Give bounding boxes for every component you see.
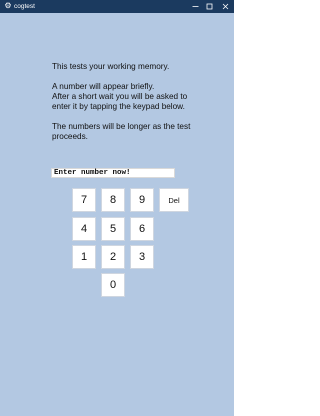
delete-button[interactable]: Del (159, 188, 189, 212)
key-0-button[interactable]: 0 (101, 273, 125, 297)
key-8-button[interactable]: 8 (101, 188, 125, 212)
instruction-line: proceeds. (52, 132, 88, 141)
key-6-button[interactable]: 6 (130, 217, 154, 241)
number-entry-field[interactable]: Enter number now! (51, 168, 175, 178)
instructions-text: This tests your working memory. A number… (52, 62, 222, 142)
maximize-icon (206, 3, 212, 10)
minimize-icon (192, 6, 198, 7)
instruction-line: This tests your working memory. (52, 62, 170, 71)
key-9-button[interactable]: 9 (130, 188, 154, 212)
app-window: ⚙ cogtest This tests your working memory… (0, 0, 234, 416)
instruction-line: enter it by tapping the keypad below. (52, 102, 185, 111)
title-bar: ⚙ cogtest (0, 0, 234, 13)
key-2-button[interactable]: 2 (101, 245, 125, 269)
key-4-button[interactable]: 4 (72, 217, 96, 241)
close-button[interactable] (216, 0, 234, 13)
key-1-button[interactable]: 1 (72, 245, 96, 269)
instruction-line: A number will appear briefly. (52, 82, 155, 91)
key-5-button[interactable]: 5 (101, 217, 125, 241)
instruction-line: After a short wait you will be asked to (52, 92, 188, 101)
window-title: cogtest (14, 3, 35, 10)
instruction-line: The numbers will be longer as the test (52, 122, 191, 131)
close-icon (222, 3, 228, 10)
key-7-button[interactable]: 7 (72, 188, 96, 212)
gear-icon: ⚙ (4, 1, 12, 10)
key-3-button[interactable]: 3 (130, 245, 154, 269)
